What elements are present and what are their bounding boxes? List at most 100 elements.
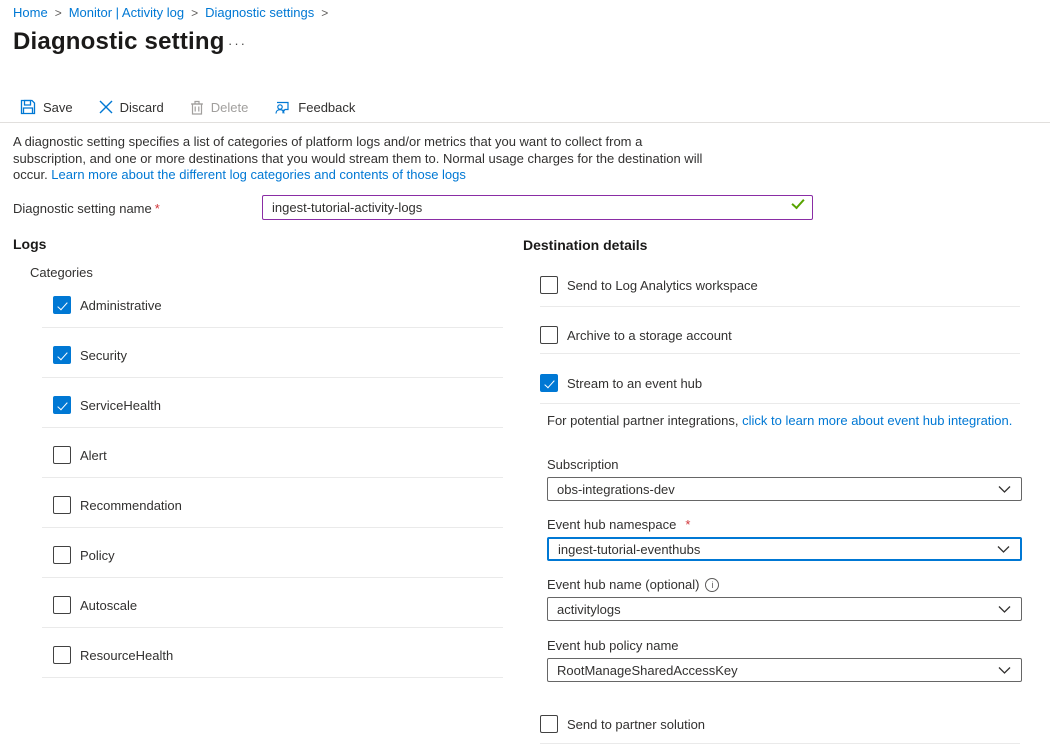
divider (42, 577, 503, 578)
category-label: Administrative (80, 298, 162, 313)
event-hub-integration-link[interactable]: click to learn more about event hub inte… (742, 413, 1012, 428)
divider (540, 403, 1020, 404)
breadcrumb-home[interactable]: Home (13, 5, 48, 20)
name-label-text: Diagnostic setting name (13, 201, 152, 216)
divider (42, 527, 503, 528)
save-label: Save (43, 100, 73, 115)
event-hub-policy-dropdown[interactable]: RootManageSharedAccessKey (547, 658, 1022, 682)
chevron-right-icon: > (321, 6, 328, 20)
page-title: Diagnostic setting (13, 28, 225, 56)
category-row: ServiceHealth (53, 396, 161, 414)
feedback-label: Feedback (298, 100, 355, 115)
chevron-down-icon (998, 602, 1011, 617)
divider (42, 627, 503, 628)
field-label-text: Event hub policy name (547, 638, 679, 653)
subscription-dropdown[interactable]: obs-integrations-dev (547, 477, 1022, 501)
required-asterisk: * (685, 517, 690, 532)
destination-label: Send to partner solution (567, 717, 705, 732)
partner-note-text: For potential partner integrations, (547, 413, 742, 428)
divider (42, 427, 503, 428)
discard-button[interactable]: Discard (99, 100, 164, 115)
divider (42, 377, 503, 378)
event-hub-namespace-dropdown[interactable]: ingest-tutorial-eventhubs (547, 537, 1022, 561)
info-icon[interactable]: i (705, 578, 719, 592)
diagnostic-setting-page: Home > Monitor | Activity log > Diagnost… (0, 0, 1050, 751)
category-row: ResourceHealth (53, 646, 173, 664)
destination-row: Stream to an event hub (540, 374, 702, 392)
discard-label: Discard (120, 100, 164, 115)
category-label: ServiceHealth (80, 398, 161, 413)
servicehealth-checkbox[interactable] (53, 396, 71, 414)
event-hub-checkbox[interactable] (540, 374, 558, 392)
required-asterisk: * (155, 201, 160, 216)
field-label-text: Event hub namespace (547, 517, 676, 532)
chevron-right-icon: > (191, 6, 198, 20)
divider (42, 327, 503, 328)
category-row: Administrative (53, 296, 162, 314)
storage-account-checkbox[interactable] (540, 326, 558, 344)
event-hub-name-dropdown[interactable]: activitylogs (547, 597, 1022, 621)
diagnostic-setting-name-label: Diagnostic setting name* (13, 201, 160, 216)
field-label-text: Subscription (547, 457, 619, 472)
security-checkbox[interactable] (53, 346, 71, 364)
chevron-down-icon (998, 663, 1011, 678)
divider (540, 353, 1020, 354)
divider (0, 122, 1050, 123)
chevron-down-icon (997, 542, 1010, 557)
delete-label: Delete (211, 100, 249, 115)
resourcehealth-checkbox[interactable] (53, 646, 71, 664)
divider (540, 306, 1020, 307)
field-label-text: Event hub name (optional) (547, 577, 699, 592)
dropdown-value: RootManageSharedAccessKey (557, 663, 738, 678)
destination-details-heading: Destination details (523, 237, 647, 253)
save-button[interactable]: Save (20, 99, 73, 115)
diagnostic-setting-name-input[interactable] (262, 195, 813, 220)
destination-row: Archive to a storage account (540, 326, 732, 344)
category-row: Recommendation (53, 496, 182, 514)
save-icon (20, 99, 36, 115)
dropdown-value: obs-integrations-dev (557, 482, 675, 497)
alert-checkbox[interactable] (53, 446, 71, 464)
delete-button[interactable]: Delete (190, 100, 249, 115)
category-label: Autoscale (80, 598, 137, 613)
destination-row: Send to partner solution (540, 715, 705, 733)
log-analytics-checkbox[interactable] (540, 276, 558, 294)
category-label: ResourceHealth (80, 648, 173, 663)
category-row: Policy (53, 546, 115, 564)
event-hub-name-label: Event hub name (optional) i (547, 577, 719, 592)
category-row: Alert (53, 446, 107, 464)
logs-heading: Logs (13, 236, 46, 252)
partner-integration-note: For potential partner integrations, clic… (547, 413, 1022, 428)
divider (42, 677, 503, 678)
destination-label: Archive to a storage account (567, 328, 732, 343)
breadcrumb-diagnostic-settings[interactable]: Diagnostic settings (205, 5, 314, 20)
discard-x-icon (99, 100, 113, 114)
destination-label: Stream to an event hub (567, 376, 702, 391)
destination-row: Send to Log Analytics workspace (540, 276, 758, 294)
administrative-checkbox[interactable] (53, 296, 71, 314)
policy-checkbox[interactable] (53, 546, 71, 564)
category-label: Security (80, 348, 127, 363)
dropdown-value: ingest-tutorial-eventhubs (558, 542, 700, 557)
trash-icon (190, 100, 204, 115)
autoscale-checkbox[interactable] (53, 596, 71, 614)
categories-subheading: Categories (30, 265, 93, 280)
name-input-container (262, 195, 813, 220)
subscription-label: Subscription (547, 457, 619, 472)
chevron-down-icon (998, 482, 1011, 497)
recommendation-checkbox[interactable] (53, 496, 71, 514)
partner-solution-checkbox[interactable] (540, 715, 558, 733)
dropdown-value: activitylogs (557, 602, 621, 617)
divider (42, 477, 503, 478)
title-context-menu-icon[interactable]: ··· (228, 36, 247, 51)
breadcrumb-monitor-activity-log[interactable]: Monitor | Activity log (69, 5, 184, 20)
feedback-person-icon (274, 99, 291, 115)
chevron-right-icon: > (55, 6, 62, 20)
category-label: Recommendation (80, 498, 182, 513)
category-label: Policy (80, 548, 115, 563)
feedback-button[interactable]: Feedback (274, 99, 355, 115)
command-bar: Save Discard Delete (20, 94, 381, 120)
event-hub-policy-name-label: Event hub policy name (547, 638, 679, 653)
learn-more-link[interactable]: Learn more about the different log categ… (51, 167, 466, 182)
event-hub-namespace-label: Event hub namespace * (547, 517, 690, 532)
